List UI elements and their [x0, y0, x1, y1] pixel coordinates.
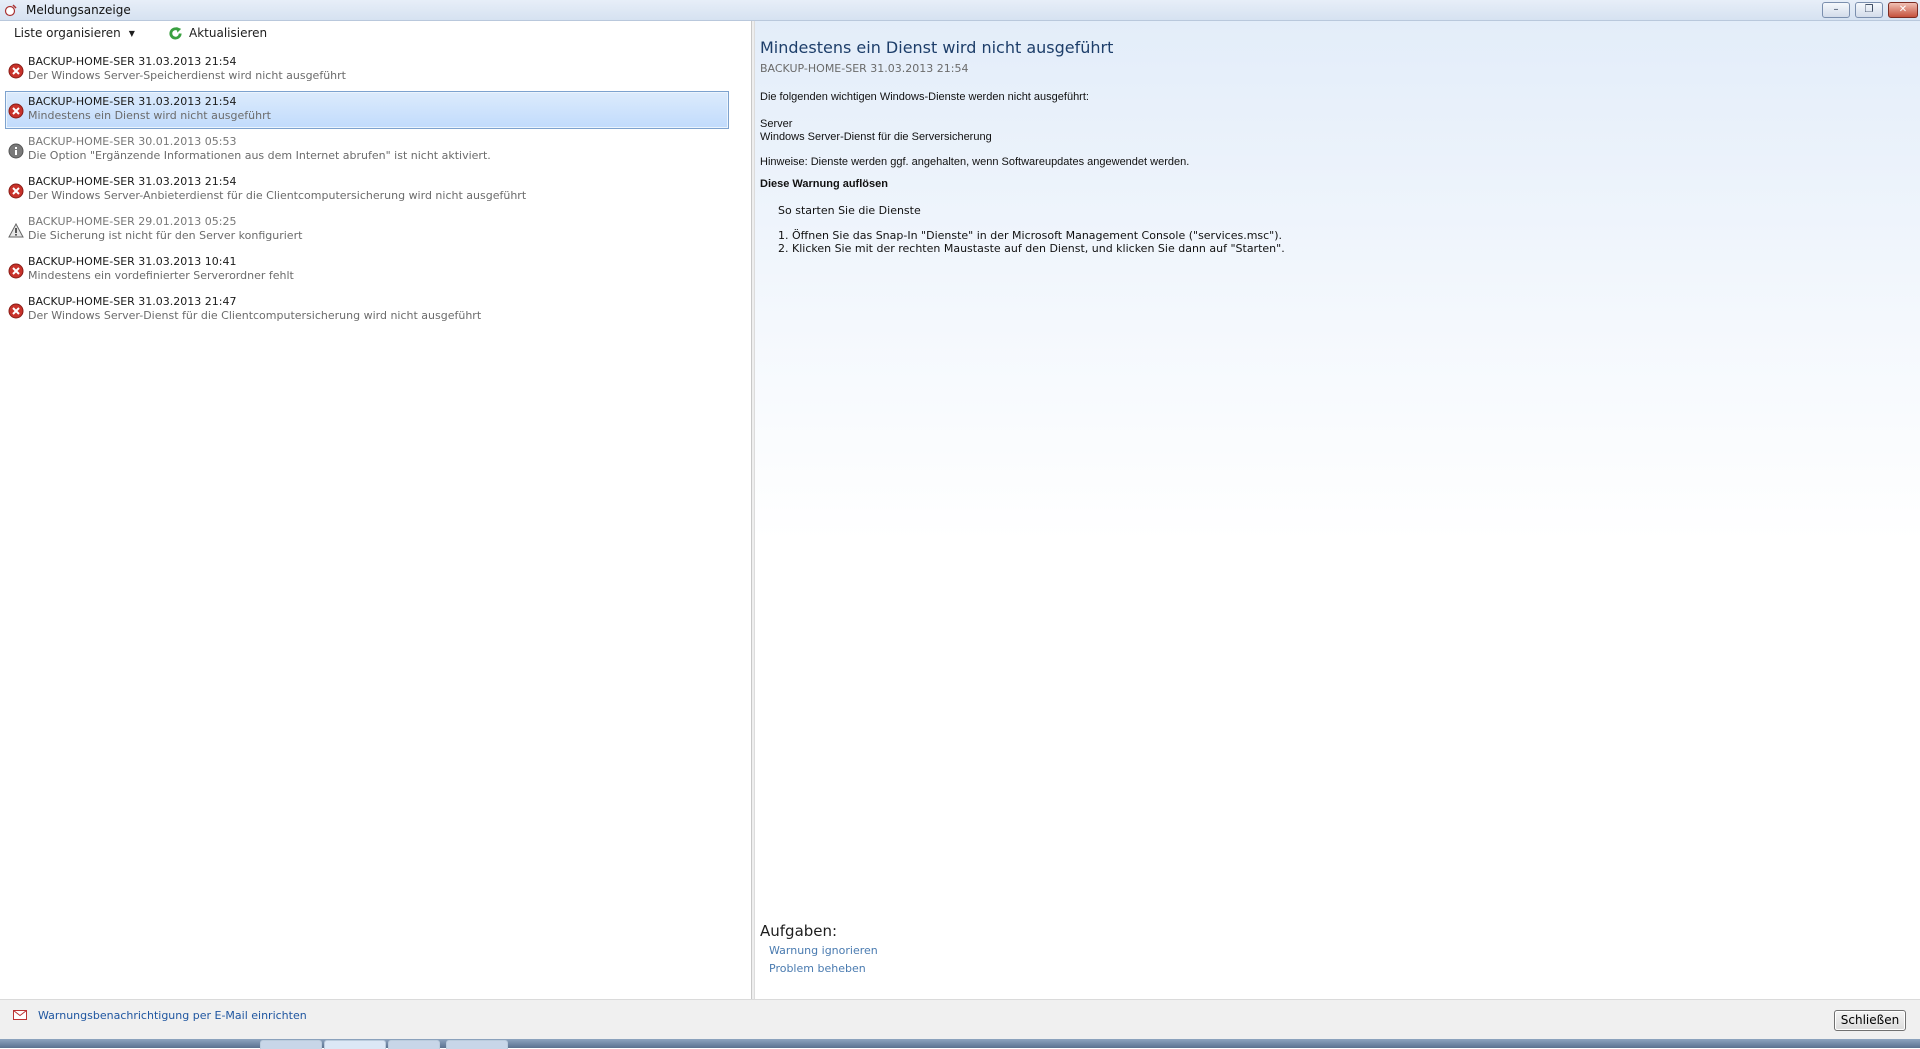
minimize-button[interactable]: –	[1822, 2, 1850, 18]
refresh-icon	[169, 26, 182, 40]
message-text: Mindestens ein Dienst wird nicht ausgefü…	[28, 109, 271, 122]
mail-icon	[13, 1010, 27, 1020]
message-item[interactable]: BACKUP-HOME-SER 31.03.2013 21:54 Der Wind…	[5, 51, 729, 89]
error-icon	[8, 263, 24, 279]
resolve-title: Diese Warnung auflösen	[760, 178, 888, 190]
detail-meta: BACKUP-HOME-SER 31.03.2013 21:54	[760, 62, 969, 75]
fix-problem-link[interactable]: Problem beheben	[769, 962, 866, 975]
message-header: BACKUP-HOME-SER 31.03.2013 21:47	[28, 295, 237, 308]
message-item[interactable]: BACKUP-HOME-SER 31.03.2013 10:41 Mindeste…	[5, 251, 729, 289]
service-item: Server	[760, 118, 793, 130]
email-notification-link[interactable]: Warnungsbenachrichtigung per E-Mail einr…	[38, 1009, 307, 1022]
message-text: Die Sicherung ist nicht für den Server k…	[28, 229, 303, 242]
message-header: BACKUP-HOME-SER 30.01.2013 05:53	[28, 135, 237, 148]
message-text: Die Option "Ergänzende Informationen aus…	[28, 149, 491, 162]
detail-title: Mindestens ein Dienst wird nicht ausgefü…	[760, 38, 1114, 57]
maximize-icon: ❐	[1864, 4, 1874, 15]
message-text: Der Windows Server-Speicherdienst wird n…	[28, 69, 346, 82]
taskbar	[0, 1039, 1920, 1049]
maximize-button[interactable]: ❐	[1855, 2, 1883, 18]
message-header: BACKUP-HOME-SER 31.03.2013 10:41	[28, 255, 237, 268]
organize-list-label: Liste organisieren	[14, 26, 121, 40]
message-text: Der Windows Server-Dienst für die Client…	[28, 309, 482, 322]
chevron-down-icon: ▼	[128, 29, 135, 38]
steps-list: 1. Öffnen Sie das Snap-In "Dienste" in d…	[778, 229, 1860, 255]
step-item: 1. Öffnen Sie das Snap-In "Dienste" in d…	[778, 229, 1283, 242]
message-item[interactable]: BACKUP-HOME-SER 30.01.2013 05:53 Die Opti…	[5, 131, 729, 169]
ignore-warning-link[interactable]: Warnung ignorieren	[769, 944, 878, 957]
error-icon	[8, 63, 24, 79]
message-item[interactable]: BACKUP-HOME-SER 31.03.2013 21:54 Mindeste…	[5, 91, 729, 129]
app-icon	[4, 4, 17, 17]
minimize-icon: –	[1833, 4, 1839, 15]
message-list-pane: Liste organisieren ▼ Aktualisieren BACKUP…	[0, 21, 751, 999]
warning-icon	[8, 222, 24, 239]
detail-body: Die folgenden wichtigen Windows-Dienste …	[760, 91, 1860, 255]
message-text: Der Windows Server-Anbieterdienst für di…	[28, 189, 527, 202]
service-item: Windows Server-Dienst für die Serversich…	[760, 131, 992, 143]
steps-intro: So starten Sie die Dienste	[778, 204, 921, 217]
message-list: BACKUP-HOME-SER 31.03.2013 21:54 Der Wind…	[5, 51, 729, 331]
window-title: Meldungsanzeige	[26, 3, 131, 17]
message-header: BACKUP-HOME-SER 29.01.2013 05:25	[28, 215, 237, 228]
detail-pane: Mindestens ein Dienst wird nicht ausgefü…	[755, 21, 1920, 999]
tasks-title: Aufgaben:	[760, 922, 838, 940]
error-icon	[8, 183, 24, 199]
message-item[interactable]: BACKUP-HOME-SER 31.03.2013 21:47 Der Wind…	[5, 291, 729, 329]
message-header: BACKUP-HOME-SER 31.03.2013 21:54	[28, 175, 237, 188]
organize-list-menu[interactable]: Liste organisieren ▼	[14, 26, 135, 40]
refresh-button[interactable]: Aktualisieren	[169, 26, 268, 40]
detail-hint: Hinweise: Dienste werden ggf. angehalten…	[760, 156, 1190, 168]
message-header: BACKUP-HOME-SER 31.03.2013 21:54	[28, 55, 237, 68]
message-text: Mindestens ein vordefinierter Serverordn…	[28, 269, 294, 282]
message-item[interactable]: BACKUP-HOME-SER 29.01.2013 05:25 Die Sich…	[5, 211, 729, 249]
error-icon	[8, 103, 24, 119]
footer-bar: Warnungsbenachrichtigung per E-Mail einr…	[0, 999, 1920, 1040]
detail-intro: Die folgenden wichtigen Windows-Dienste …	[760, 91, 1089, 103]
toolbar: Liste organisieren ▼ Aktualisieren	[0, 21, 751, 47]
window-close-button[interactable]: ✕	[1888, 2, 1918, 18]
title-bar: Meldungsanzeige – ❐ ✕	[0, 0, 1920, 21]
message-header: BACKUP-HOME-SER 31.03.2013 21:54	[28, 95, 237, 108]
close-icon: ✕	[1898, 4, 1908, 15]
error-icon	[8, 303, 24, 319]
step-item: 2. Klicken Sie mit der rechten Maustaste…	[778, 242, 1285, 255]
message-item[interactable]: BACKUP-HOME-SER 31.03.2013 21:54 Der Wind…	[5, 171, 729, 209]
info-icon	[8, 143, 24, 159]
refresh-label: Aktualisieren	[189, 26, 268, 40]
close-button[interactable]: Schließen	[1834, 1010, 1906, 1031]
